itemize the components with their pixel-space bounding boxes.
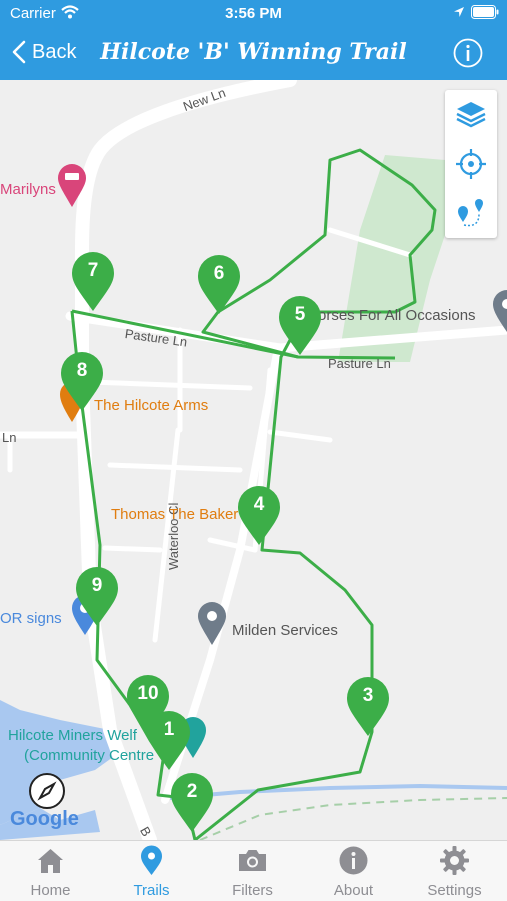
stream	[169, 783, 507, 800]
battery-icon	[471, 5, 499, 19]
trail-pin-label: 6	[213, 263, 225, 284]
trail-pin-5[interactable]: 5	[277, 294, 323, 356]
back-label: Back	[32, 40, 77, 63]
info-icon[interactable]	[453, 38, 483, 68]
trail-pin-8[interactable]: 8	[59, 350, 105, 412]
place-label-marilyns[interactable]: Marilyns	[0, 181, 56, 198]
camera-icon	[239, 850, 266, 871]
street-label-ln: Ln	[2, 430, 17, 445]
place-label-miners-welfare-1[interactable]: Hilcote Miners Welf	[8, 727, 137, 744]
trail-pin-6[interactable]: 6	[196, 253, 242, 315]
nav-bar: Back Hilcote 'B' Winning Trail	[0, 28, 507, 80]
tab-settings[interactable]: Settings	[404, 841, 505, 901]
map-controls	[445, 90, 497, 238]
tab-trails[interactable]: Trails	[101, 841, 202, 901]
map-canvas	[0, 80, 507, 840]
place-label-miners-welfare-2[interactable]: (Community Centre	[24, 747, 154, 764]
map-view[interactable]: New Ln Pasture Ln Pasture Ln Waterloo Cl…	[0, 80, 507, 840]
status-time: 3:56 PM	[225, 5, 282, 22]
trail-pin-3[interactable]: 3	[345, 675, 391, 737]
trail-pin-1[interactable]: 1	[146, 709, 192, 771]
back-button[interactable]: Back	[12, 40, 76, 64]
place-label-hilcote-arms[interactable]: The Hilcote Arms	[94, 397, 208, 414]
tab-about[interactable]: About	[303, 841, 404, 901]
route-pins-icon[interactable]	[451, 192, 491, 232]
layers-icon[interactable]	[451, 94, 491, 134]
tab-bar: Home Trails Filters About Settings	[0, 840, 507, 901]
chevron-left-icon	[12, 40, 26, 64]
status-bar: Carrier 3:56 PM	[0, 0, 507, 28]
trail-pin-label: 10	[137, 683, 159, 704]
trail-pin-label: 8	[76, 360, 88, 381]
trail-pin-9[interactable]: 9	[74, 565, 120, 627]
poi-icon-milden-services	[198, 602, 226, 645]
footpath	[199, 797, 507, 840]
tab-label: Filters	[232, 882, 273, 899]
trail-pin-label: 5	[294, 304, 306, 325]
trail-pin-2[interactable]: 2	[169, 771, 215, 833]
place-label-thomas-baker[interactable]: Thomas The Baker	[111, 506, 238, 523]
trail-pin-label: 3	[362, 685, 374, 706]
tab-filters[interactable]: Filters	[202, 841, 303, 901]
gear-icon	[440, 846, 469, 875]
home-icon	[38, 849, 63, 873]
map-pin-icon	[141, 845, 162, 875]
trail-pin-label: 9	[91, 575, 103, 596]
trail-pin-label: 2	[186, 781, 198, 802]
info-icon	[339, 846, 368, 875]
trail-pin-label: 7	[87, 260, 99, 281]
trail-pin-7[interactable]: 7	[70, 250, 116, 312]
google-attribution: Google	[10, 808, 79, 830]
tab-home[interactable]: Home	[0, 841, 101, 901]
trail-pin-4[interactable]: 4	[236, 484, 282, 546]
compass-icon[interactable]	[28, 772, 66, 810]
locate-icon[interactable]	[451, 144, 491, 184]
place-label-horses[interactable]: orses For All Occasions	[318, 307, 476, 324]
street-label-pasture-ln-east: Pasture Ln	[328, 356, 391, 371]
tab-label: Home	[30, 882, 71, 899]
tab-label: Settings	[427, 882, 482, 899]
place-label-dor-signs[interactable]: OR signs	[0, 610, 62, 627]
trail-pin-label: 1	[163, 719, 175, 740]
tab-label: Trails	[133, 882, 170, 899]
poi-icon-horses	[493, 290, 507, 332]
field-area	[338, 155, 450, 362]
place-label-milden-services[interactable]: Milden Services	[232, 622, 338, 639]
trail-pin-label: 4	[253, 494, 265, 515]
location-arrow-icon	[454, 7, 464, 17]
tab-label: About	[333, 882, 374, 899]
